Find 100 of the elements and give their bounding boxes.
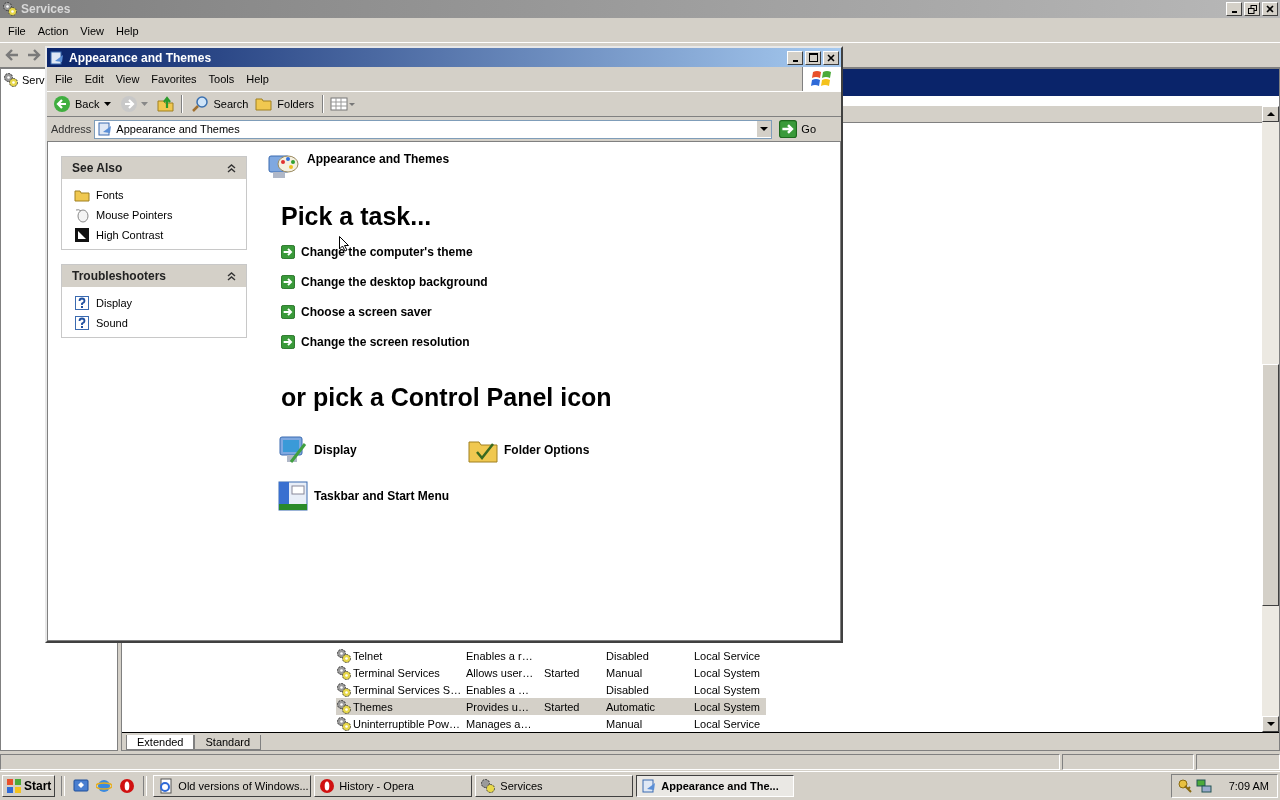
service-name: Themes	[353, 700, 393, 713]
control-panel-icon	[641, 778, 658, 794]
menu-item[interactable]: View	[74, 25, 110, 37]
service-row[interactable]: Uninterruptible Pow… Manages a… Manual Local Service	[336, 715, 766, 732]
menu-item[interactable]: Action	[31, 25, 75, 37]
taskbar-window-icon	[277, 480, 309, 512]
service-row[interactable]: Themes Provides u… Started Automatic Local System	[336, 698, 766, 715]
panel-link[interactable]: Mouse Pointers	[74, 207, 236, 223]
collapse-icon[interactable]	[227, 163, 236, 173]
taskbar-button[interactable]: Old versions of Windows...	[153, 775, 312, 797]
panel-link[interactable]: High Contrast	[74, 227, 236, 243]
table-cell-text: Started	[544, 666, 581, 679]
gears-icon	[336, 664, 352, 681]
gears-icon	[336, 647, 352, 664]
panel-header[interactable]: Troubleshooters	[62, 265, 246, 287]
menu-item[interactable]: Edit	[78, 73, 110, 85]
opera-icon[interactable]	[119, 778, 136, 794]
tab[interactable]: Extended	[126, 735, 195, 750]
minimize-button[interactable]	[787, 50, 803, 65]
service-name: Terminal Services	[353, 666, 440, 679]
table-cell-text: Enables a r…	[466, 649, 534, 662]
help-icon	[74, 315, 90, 331]
dropdown-button-icon[interactable]	[757, 121, 772, 137]
panel-link[interactable]: Display	[74, 295, 236, 311]
table-cell-text: Started	[544, 700, 581, 713]
windows-flag-icon	[811, 69, 833, 89]
search-button[interactable]: Search	[189, 95, 251, 113]
task-heading: Pick a task...	[281, 202, 433, 231]
close-button[interactable]	[823, 50, 839, 65]
control-panel-item[interactable]: Taskbar and Start Menu	[277, 480, 467, 512]
table-cell-text: Local System	[694, 683, 762, 696]
views-icon[interactable]	[330, 96, 356, 112]
document-icon	[158, 778, 175, 794]
table-cell-text: Local System	[694, 700, 762, 713]
network-icon[interactable]	[1195, 778, 1212, 794]
taskbar-button[interactable]: Appearance and The...	[636, 775, 795, 797]
task-link[interactable]: Change the computer's theme	[281, 245, 840, 259]
task-link[interactable]: Change the desktop background	[281, 275, 840, 289]
service-name: Uninterruptible Pow…	[353, 717, 460, 730]
desktop-icon[interactable]	[73, 778, 90, 794]
close-icon	[827, 53, 835, 62]
table-cell-text: Local System	[694, 666, 762, 679]
table-cell-text: Disabled	[606, 683, 650, 696]
mouse-icon	[74, 207, 90, 223]
dropdown-caret-icon[interactable]	[104, 102, 112, 106]
menu-item[interactable]: Help	[109, 25, 145, 37]
maximize-button[interactable]	[805, 50, 821, 65]
window-title: Services	[21, 2, 72, 16]
folder-icon	[74, 187, 90, 203]
control-panel-icon	[97, 121, 114, 137]
table-cell-text: Manages a…	[466, 717, 533, 730]
table-cell-text: Manual	[606, 666, 644, 679]
back-button[interactable]: Back	[51, 95, 102, 113]
service-row[interactable]: Terminal Services S… Enables a … Disabled Local System	[336, 681, 766, 698]
panel-link[interactable]: Fonts	[74, 187, 236, 203]
contrast-icon	[74, 227, 90, 243]
gears-icon	[336, 715, 352, 732]
table-cell-text: Provides u…	[466, 700, 530, 713]
gears-icon	[480, 778, 497, 794]
task-link[interactable]: Choose a screen saver	[281, 305, 840, 319]
minimize-button[interactable]	[1226, 2, 1242, 16]
menu-item[interactable]: View	[109, 73, 146, 85]
collapse-icon[interactable]	[227, 271, 236, 281]
gears-icon	[2, 1, 18, 17]
close-button[interactable]	[1262, 2, 1278, 16]
folders-button[interactable]: Folders	[253, 95, 316, 113]
taskbar-button[interactable]: History - Opera	[314, 775, 473, 797]
table-cell-text: Automatic	[606, 700, 656, 713]
category-title: Appearance and Themes	[307, 152, 450, 166]
tree-item[interactable]: Serv	[3, 72, 45, 88]
address-field[interactable]: Appearance and Themes	[94, 119, 773, 139]
start-button[interactable]: Start	[2, 775, 56, 797]
menu-item[interactable]: Tools	[202, 73, 241, 85]
arrow-icon	[779, 120, 798, 138]
key-icon[interactable]	[1176, 778, 1193, 794]
minimize-icon	[792, 59, 798, 62]
menu-item[interactable]: File	[2, 25, 32, 37]
forward-arrow-icon[interactable]	[26, 47, 42, 63]
control-panel-item[interactable]: Display	[277, 434, 467, 466]
go-button[interactable]: Go	[775, 120, 821, 138]
control-panel-item[interactable]: Folder Options	[467, 434, 657, 466]
icon-heading: or pick a Control Panel icon	[281, 383, 613, 412]
scrollbar[interactable]	[1262, 106, 1279, 732]
restore-button[interactable]	[1244, 2, 1260, 16]
menu-item[interactable]: Help	[240, 73, 275, 85]
table-cell-text: Allows user…	[466, 666, 535, 679]
menu-item[interactable]: Favorites	[145, 73, 203, 85]
service-name: Terminal Services S…	[353, 683, 462, 696]
panel-link[interactable]: Sound	[74, 315, 236, 331]
help-icon	[74, 295, 90, 311]
up-arrow-icon[interactable]	[1266, 110, 1275, 118]
service-row[interactable]: Telnet Enables a r… Disabled Local Service	[336, 647, 766, 664]
tab[interactable]: Standard	[194, 735, 262, 750]
panel-header[interactable]: See Also	[62, 157, 246, 179]
menu-item[interactable]: File	[49, 73, 79, 85]
down-arrow-icon[interactable]	[1266, 720, 1275, 728]
taskbar-button[interactable]: Services	[475, 775, 634, 797]
back-arrow-icon[interactable]	[4, 47, 20, 63]
service-row[interactable]: Terminal Services Allows user… Started Manual Local System	[336, 664, 766, 681]
task-link[interactable]: Change the screen resolution	[281, 335, 840, 349]
